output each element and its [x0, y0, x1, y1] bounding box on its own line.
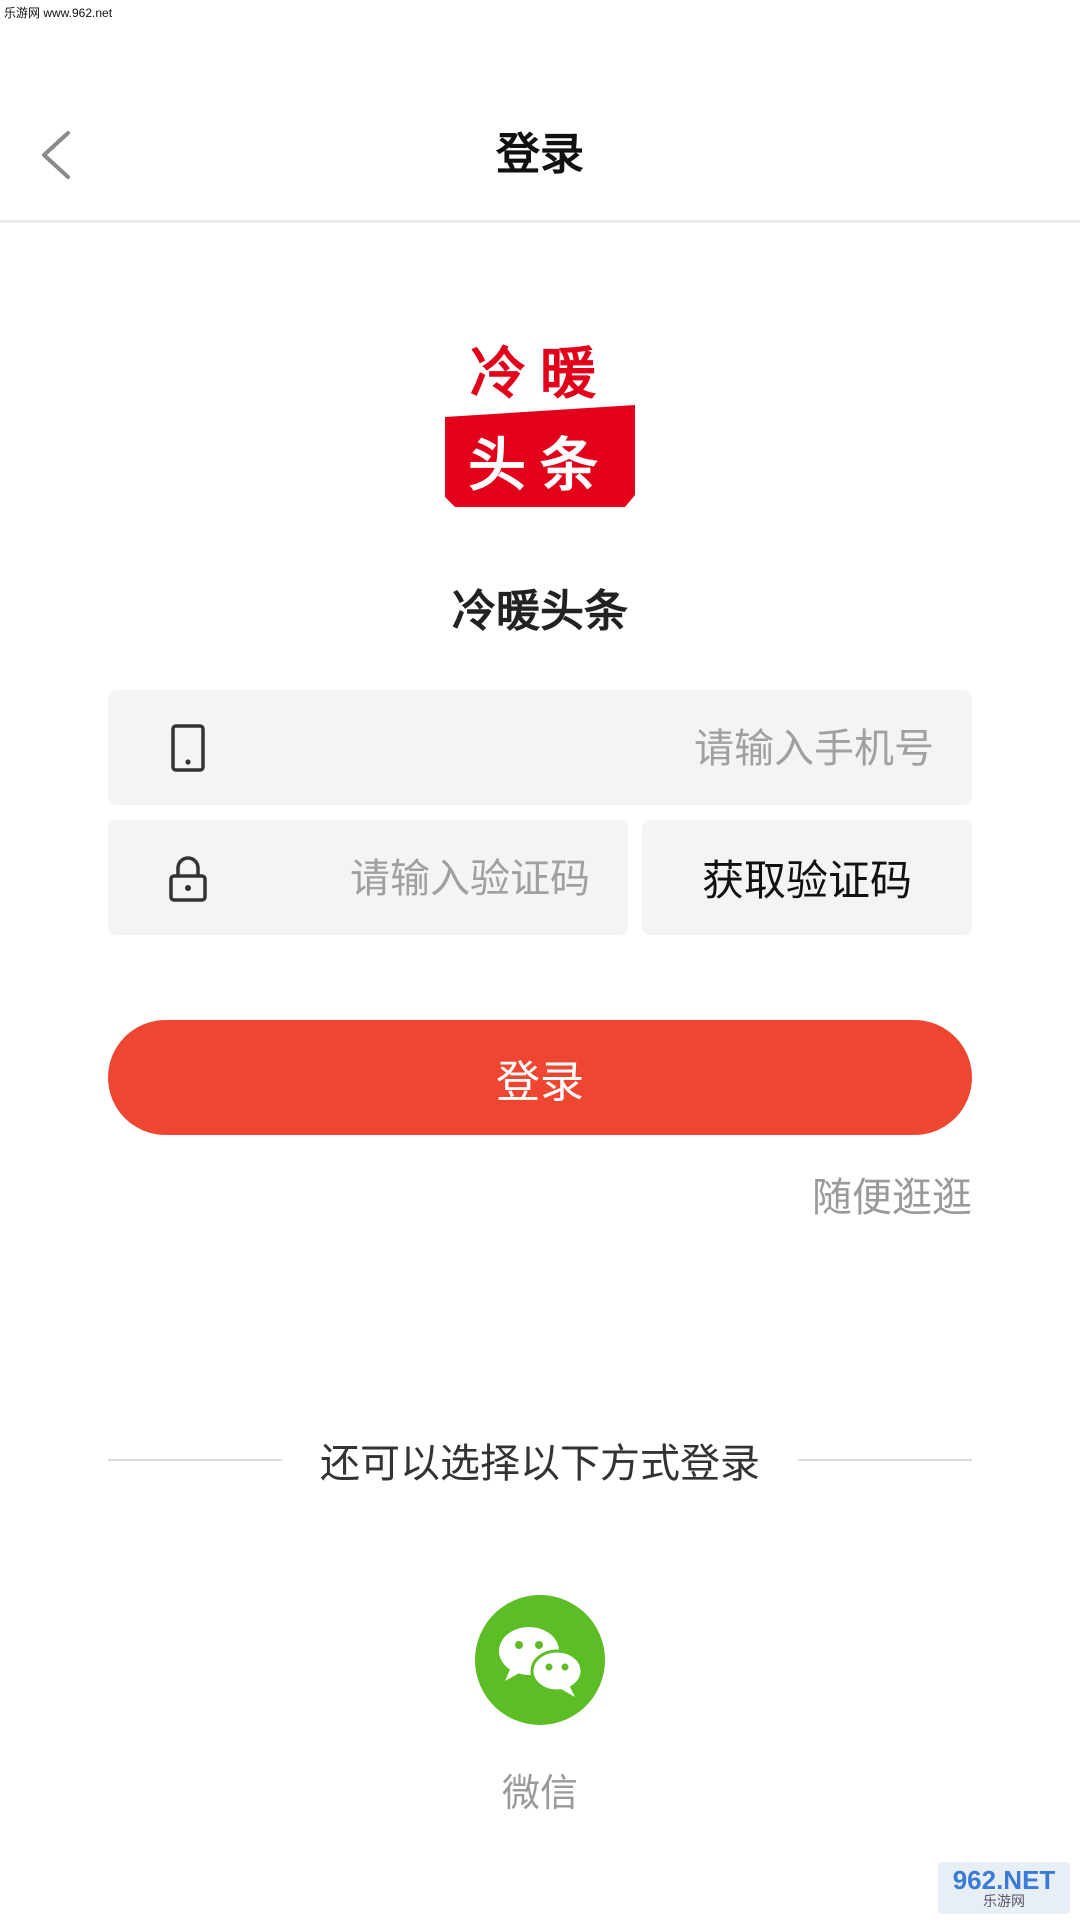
code-field[interactable]	[108, 820, 628, 937]
page-title: 登录	[496, 129, 584, 180]
alt-login-text: 还可以选择以下方式登录	[320, 1441, 760, 1487]
wechat-login-button[interactable]	[475, 1595, 605, 1725]
divider-line-right	[798, 1459, 972, 1461]
header-divider	[0, 220, 1080, 223]
logo-line2: 头条	[468, 431, 612, 499]
divider-line-left	[108, 1459, 282, 1461]
phone-input[interactable]	[327, 690, 936, 807]
logo-line1: 冷暖	[470, 342, 610, 407]
watermark-bottom: 962.NET 乐游网	[938, 1862, 1070, 1914]
phone-field[interactable]	[108, 690, 972, 807]
alt-login-divider: 还可以选择以下方式登录	[108, 1430, 972, 1490]
watermark-sub: 乐游网	[983, 1894, 1025, 1910]
login-button[interactable]: 登录	[108, 1020, 972, 1135]
watermark-number: 962.NET	[952, 1865, 1056, 1895]
wechat-icon	[499, 1627, 584, 1697]
phone-icon	[171, 724, 205, 772]
code-input[interactable]	[224, 820, 592, 937]
app-name: 冷暖头条	[452, 586, 628, 637]
watermark-top: 乐游网 www.962.net	[4, 6, 113, 20]
wechat-label: 微信	[501, 1771, 578, 1815]
app-logo: 冷暖 头条	[445, 335, 635, 507]
get-code-button[interactable]: 获取验证码	[642, 820, 972, 935]
browse-link[interactable]: 随便逛逛	[812, 1165, 972, 1223]
header-bar: 登录	[0, 70, 1080, 220]
lock-icon	[169, 856, 207, 902]
